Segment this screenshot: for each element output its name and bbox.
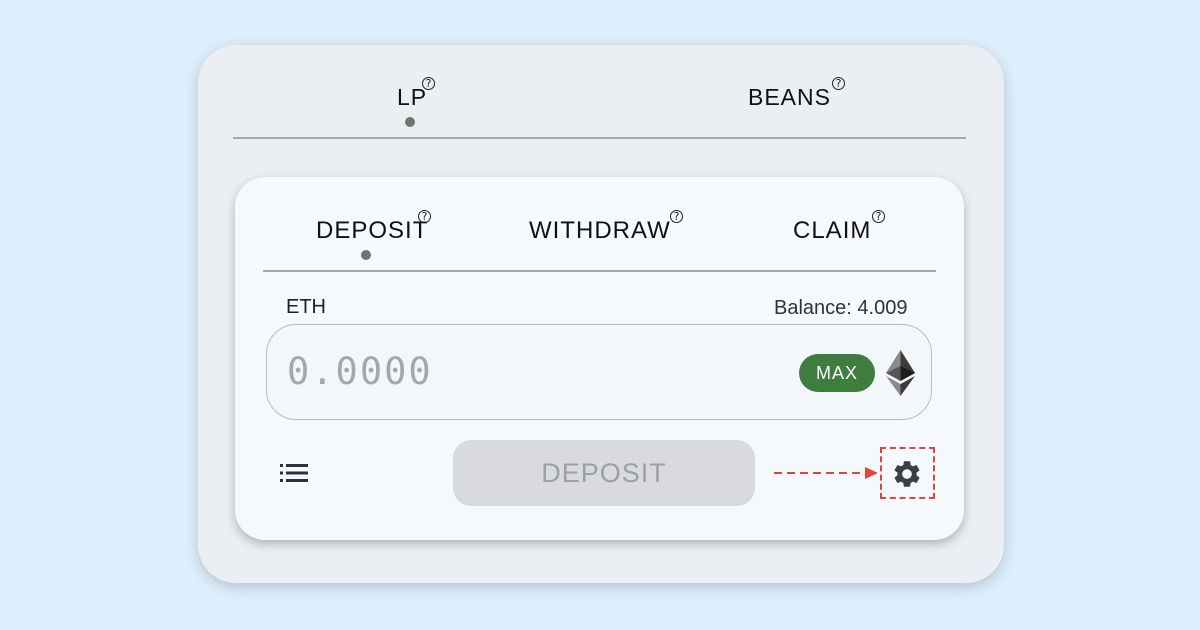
max-button[interactable]: MAX: [799, 354, 875, 392]
arrow-right-icon: [774, 467, 878, 479]
ethereum-icon: [886, 350, 915, 396]
list-icon[interactable]: [280, 464, 308, 482]
gear-icon[interactable]: [891, 458, 923, 490]
deposit-submit-button[interactable]: DEPOSIT: [453, 440, 755, 506]
tabs-divider: [233, 137, 966, 139]
tab-deposit[interactable]: DEPOSIT: [316, 217, 428, 245]
lp-help-icon[interactable]: ?: [422, 77, 435, 90]
deposit-help-icon[interactable]: ?: [418, 210, 431, 223]
withdraw-help-icon[interactable]: ?: [670, 210, 683, 223]
action-tabs-divider: [263, 270, 936, 272]
tab-lp[interactable]: LP: [397, 84, 427, 111]
lp-active-indicator: [405, 117, 415, 127]
tab-beans[interactable]: BEANS: [748, 84, 831, 111]
amount-input-placeholder: 0.0000: [287, 350, 433, 393]
token-symbol: ETH: [286, 296, 326, 318]
token-balance: Balance: 4.009: [774, 297, 908, 319]
tab-withdraw[interactable]: WITHDRAW: [529, 217, 671, 245]
claim-help-icon[interactable]: ?: [872, 210, 885, 223]
beans-help-icon[interactable]: ?: [832, 77, 845, 90]
deposit-active-indicator: [361, 250, 371, 260]
tab-claim[interactable]: CLAIM: [793, 217, 871, 245]
